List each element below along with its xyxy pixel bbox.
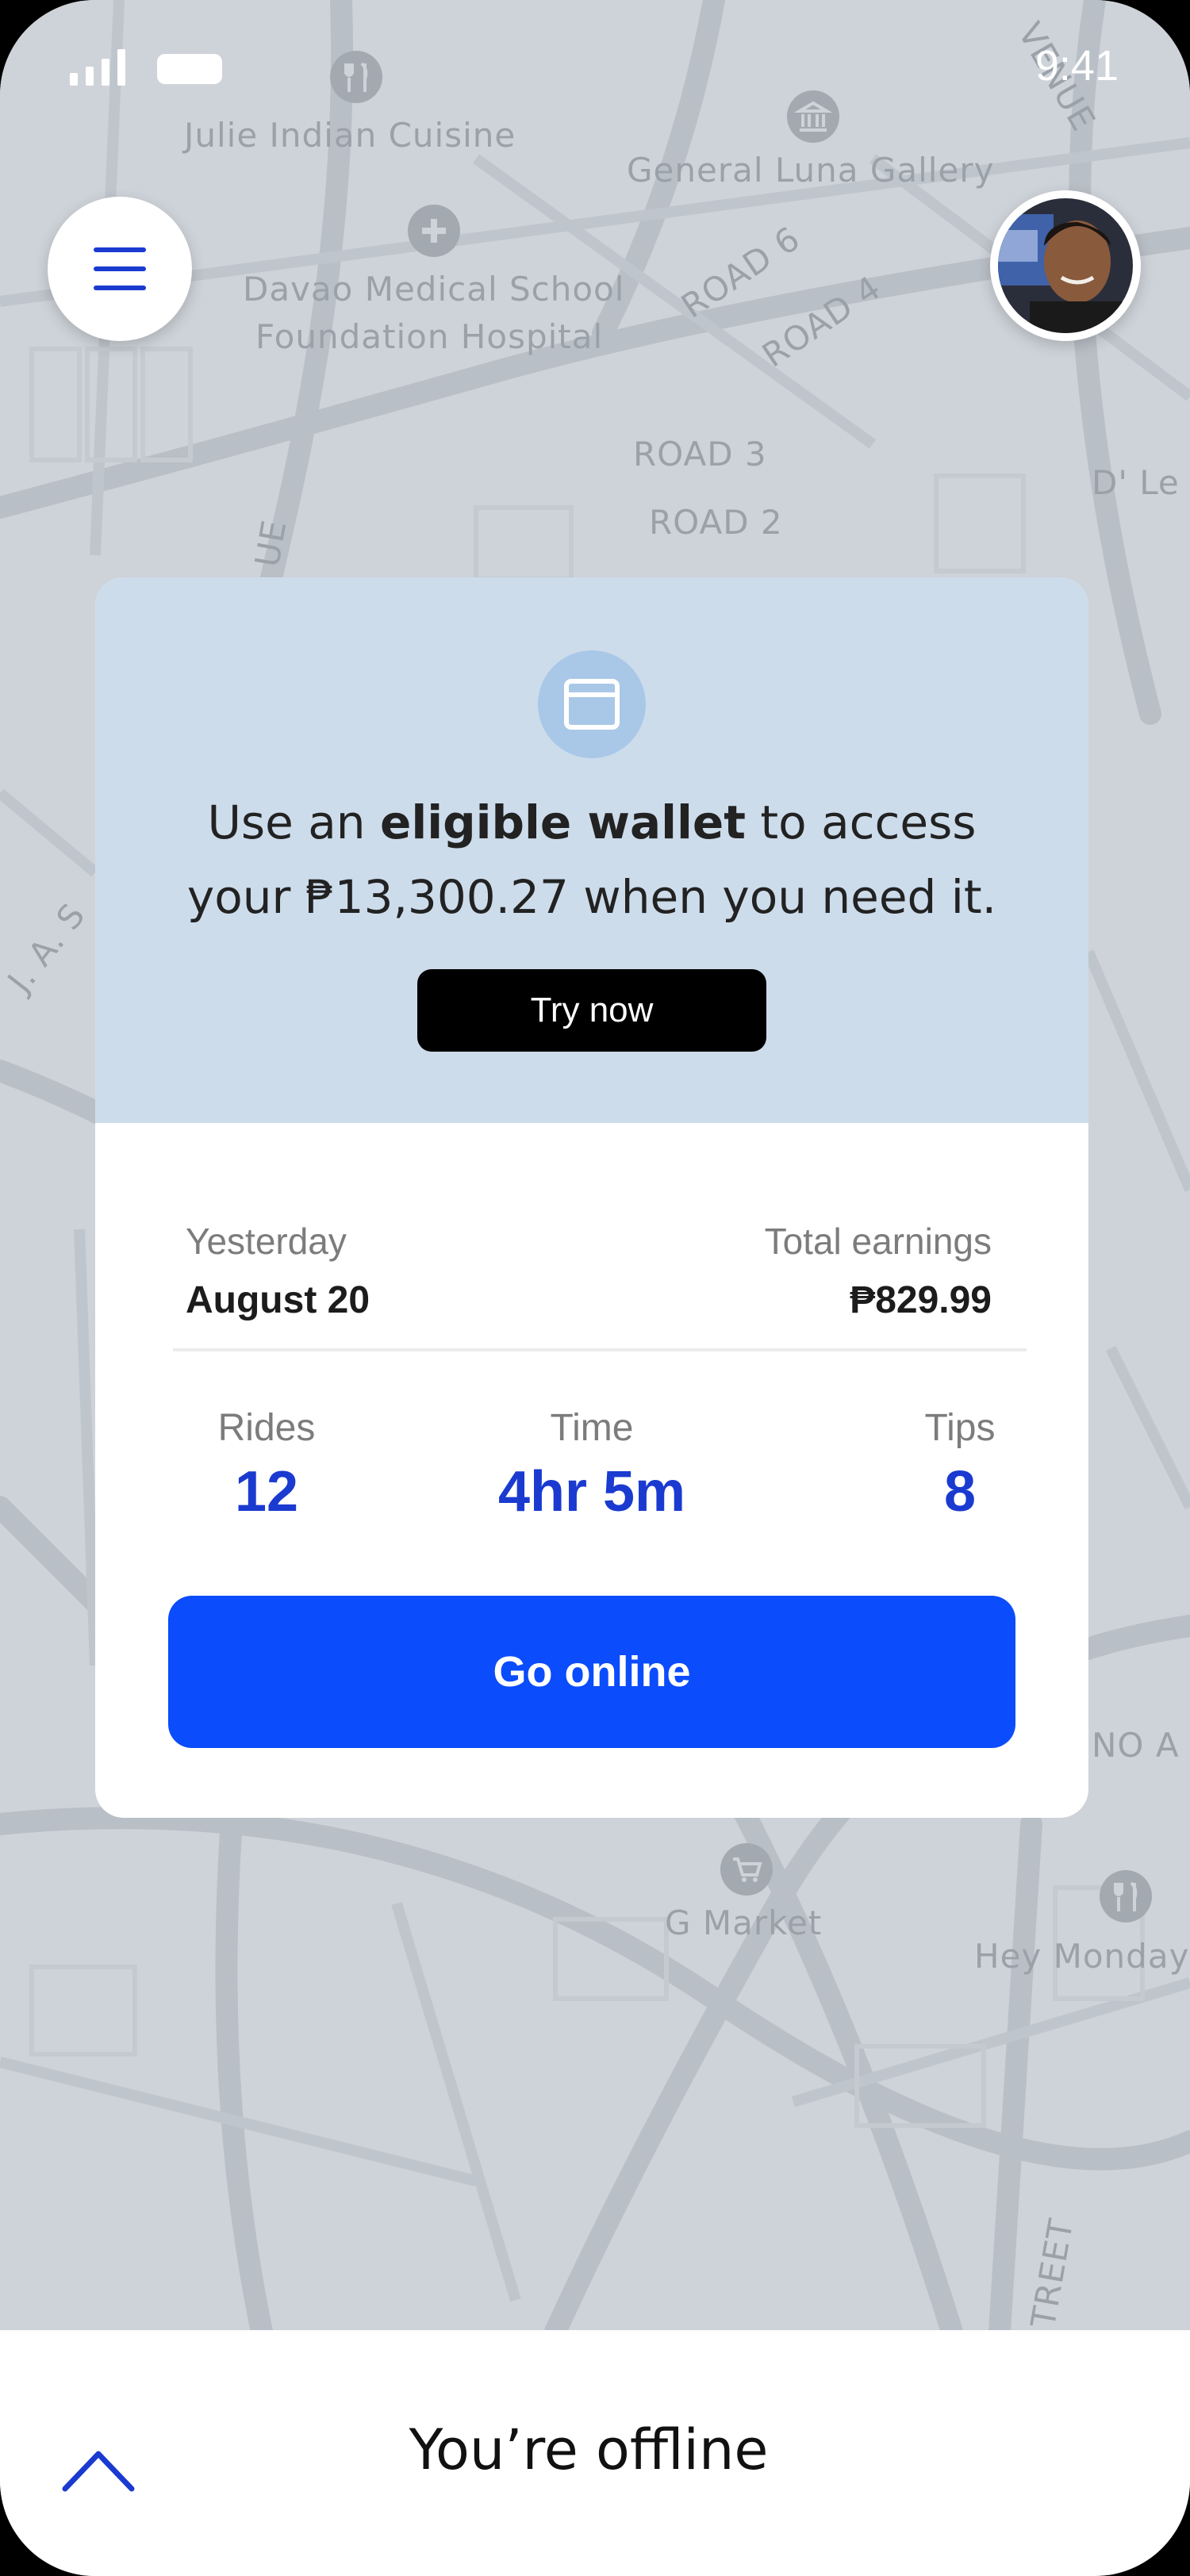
map-label-hey-monday: Hey Monday (974, 1937, 1190, 1976)
battery-icon (157, 54, 222, 84)
avatar-photo (998, 198, 1133, 333)
time-value: 4hr 5m (497, 1460, 686, 1524)
phone-screen: Julie Indian Cuisine General Luna Galler… (0, 0, 1190, 2576)
divider (173, 1348, 1027, 1351)
tips-value: 8 (943, 1460, 977, 1524)
map-label-hospital-2: Foundation Hospital (255, 317, 604, 356)
map-label-no-a: NO A (1092, 1726, 1180, 1765)
wallet-icon (564, 679, 620, 730)
wallet-promo: Use an eligible wallet to access your ₱1… (95, 577, 1088, 1123)
promo-text-line2-prefix: your (186, 870, 305, 924)
map-label-dle: D' Le (1092, 463, 1180, 502)
map-label-road3: ROAD 3 (633, 435, 767, 473)
stat-time: Time 4hr 5m (473, 1406, 711, 1524)
status-time: 9:41 (1035, 42, 1119, 90)
promo-text-prefix: Use an (207, 795, 380, 849)
earnings-total-block: Total earnings ₱829.99 (765, 1220, 992, 1322)
bottom-sheet[interactable]: You’re offline (0, 2330, 1190, 2576)
signal-icon (70, 49, 125, 86)
earnings-date-block: Yesterday August 20 (186, 1220, 370, 1322)
hospital-icon (408, 205, 460, 257)
try-now-button[interactable]: Try now (417, 969, 766, 1052)
restaurant-icon-2 (1100, 1870, 1152, 1922)
earnings-card: Use an eligible wallet to access your ₱1… (95, 577, 1088, 1818)
tips-label: Tips (924, 1407, 996, 1449)
go-online-button[interactable]: Go online (168, 1596, 1015, 1748)
total-earnings-value: ₱829.99 (850, 1279, 992, 1321)
wallet-icon-badge (538, 650, 646, 758)
earnings-period-label: Yesterday (186, 1221, 347, 1262)
promo-amount: ₱13,300.27 (305, 870, 569, 924)
earnings-date: August 20 (186, 1279, 370, 1321)
map-label-road2: ROAD 2 (649, 503, 783, 542)
promo-text-suffix: when you need it. (568, 870, 997, 924)
rides-label: Rides (217, 1407, 316, 1449)
menu-button[interactable] (48, 197, 192, 341)
total-earnings-label: Total earnings (764, 1221, 992, 1262)
status-bar: 9:41 (0, 0, 1190, 135)
time-label: Time (550, 1407, 634, 1449)
map-label-gallery: General Luna Gallery (627, 151, 995, 190)
avatar (998, 198, 1133, 333)
hamburger-menu-icon (94, 247, 146, 290)
promo-text-mid: to access (745, 795, 977, 849)
promo-message: Use an eligible wallet to access your ₱1… (127, 785, 1057, 934)
offline-status-text: You’re offline (409, 2417, 769, 2482)
rides-value: 12 (234, 1460, 299, 1524)
map-label-ue: UE (248, 516, 294, 570)
map-label-market: G Market (665, 1903, 823, 1942)
market-icon (720, 1843, 773, 1896)
promo-text-bold: eligible wallet (380, 795, 746, 849)
map-label-hospital-1: Davao Medical School (243, 270, 625, 309)
profile-avatar-button[interactable] (990, 190, 1141, 341)
stat-tips: Tips 8 (889, 1406, 1031, 1524)
stat-rides: Rides 12 (195, 1406, 338, 1524)
